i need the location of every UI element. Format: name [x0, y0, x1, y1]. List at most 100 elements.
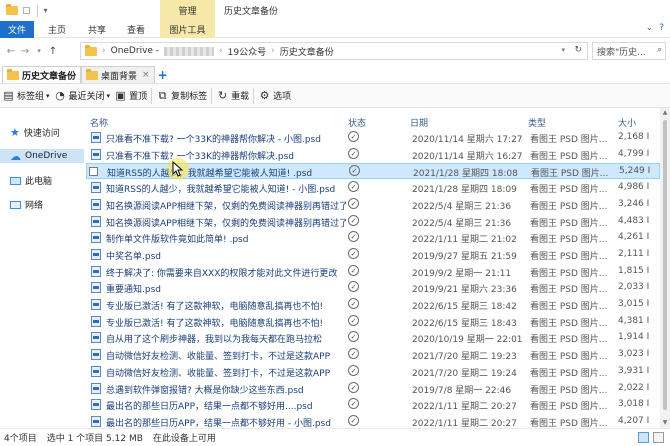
- table-row[interactable]: 知道RSS的人越少，我就越希望它能被人知道! - 小图.psd ✓ 2021/1/2…: [86, 180, 660, 196]
- scroll-up-icon[interactable]: ▲: [660, 108, 670, 118]
- tab-home[interactable]: 主页: [48, 21, 66, 38]
- nav-item-onedrive[interactable]: ☁ OneDrive: [0, 149, 84, 163]
- folder-tab-wallpaper[interactable]: 桌面背景 ×: [81, 66, 155, 83]
- refresh-icon[interactable]: ↻: [574, 45, 582, 55]
- chevron-down-icon[interactable]: ▾: [44, 6, 48, 15]
- breadcrumb-onedrive[interactable]: OneDrive -: [111, 46, 159, 56]
- file-date: 2019/9/21 星期六 23:36: [412, 285, 517, 296]
- copy-tab-button[interactable]: ⧉ 复制标签: [156, 89, 207, 102]
- close-icon[interactable]: ×: [142, 70, 150, 80]
- folder-icon: [7, 68, 19, 80]
- back-arrow-icon[interactable]: ←: [4, 46, 18, 57]
- file-date: 2022/5/4 星期三 21:36: [412, 201, 512, 212]
- nav-label: 此电脑: [25, 177, 53, 187]
- options-button[interactable]: ⚙ 选项: [258, 89, 291, 102]
- psd-file-icon: [91, 315, 101, 327]
- table-row[interactable]: 自动微信好友检测、收能量、签到打卡，不过是这款APP ✓ 2021/7/20 星期二…: [86, 364, 660, 380]
- table-row[interactable]: 重要通知.psd ✓ 2019/9/21 星期六 23:36 看图王 PSD 图片..…: [86, 280, 660, 296]
- recently-closed-button[interactable]: ◔ 最近关闭 ▾: [54, 89, 110, 102]
- psd-file-icon: [91, 248, 101, 260]
- details-view-button[interactable]: [638, 432, 649, 443]
- table-row[interactable]: 专业版已激活! 有了这款神软，电脑随意乱搞再也不怕! ✓ 2022/6/15 星期三…: [86, 314, 660, 330]
- nav-item-quick-access[interactable]: ★ 快速访问: [10, 126, 60, 139]
- file-type: 看图王 PSD 图片...: [530, 251, 608, 262]
- address-bar: ← → ▾ ↑ › OneDrive - › 19公众号 › 历史文章备份 ▾ …: [0, 38, 670, 64]
- search-icon[interactable]: ⌕: [657, 45, 662, 55]
- tab-file[interactable]: 文件: [0, 21, 34, 38]
- nav-item-this-pc[interactable]: 此电脑: [10, 174, 52, 187]
- row-checkbox[interactable]: [89, 167, 98, 177]
- sync-status-icon: ✓: [348, 181, 359, 193]
- tab-view[interactable]: 查看: [127, 21, 145, 38]
- breadcrumb-folder[interactable]: 19公众号: [228, 45, 266, 58]
- column-header-name[interactable]: 名称: [90, 116, 108, 129]
- folder-icon: [86, 68, 99, 80]
- folder-tab-strip: 历史文章备份 桌面背景 × +: [0, 64, 670, 83]
- file-date: 2022/1/11 星期二 21:02: [412, 235, 517, 246]
- chevron-down-icon[interactable]: ▾: [561, 46, 565, 54]
- file-date: 2022/1/11 星期二 20:27: [412, 418, 517, 428]
- help-icon[interactable]: ?: [659, 23, 664, 33]
- tab-share[interactable]: 共享: [88, 21, 106, 38]
- nav-item-network[interactable]: 网络: [10, 198, 43, 211]
- column-header-size[interactable]: 大小: [618, 116, 636, 129]
- table-row[interactable]: 最出名的那些日历APP，结果一点都不够好用....psd ✓ 2022/1/11 星…: [86, 397, 660, 413]
- table-row[interactable]: 知名换源阅读APP相继下架，仅剩的免费阅读神器别再错过了 ✓ 2022/5/4 星期…: [86, 197, 660, 213]
- sync-status-icon: ✓: [348, 364, 359, 376]
- scroll-down-icon[interactable]: ▼: [660, 418, 670, 428]
- table-row[interactable]: 终于解决了: 你需要来自XXX的权限才能对此文件进行更改 ✓ 2019/9/2 星期…: [86, 264, 660, 280]
- search-input[interactable]: 搜索"历史... ⌕: [592, 42, 666, 60]
- add-tab-icon[interactable]: +: [158, 68, 168, 82]
- file-type: 看图王 PSD 图片...: [530, 302, 608, 312]
- table-row[interactable]: 制作单文件版软件竟如此简单! .psd ✓ 2022/1/11 星期二 21:02 看…: [86, 230, 660, 246]
- sync-status-icon: ✓: [348, 131, 359, 142]
- tab-picture-tools[interactable]: 图片工具: [160, 21, 215, 38]
- manage-context-tab[interactable]: 管理: [160, 0, 215, 21]
- file-type: 看图王 PSD 图片...: [530, 201, 608, 212]
- sync-status-icon: ✓: [348, 247, 359, 259]
- vertical-scrollbar[interactable]: ▲ ▼: [660, 108, 670, 428]
- table-row[interactable]: 知名换源阅读APP相继下架，仅剩的免费阅读神器别再错过了 ✓ 2022/5/4 星期…: [86, 214, 660, 230]
- gear-icon: ⚙: [259, 89, 270, 102]
- table-row[interactable]: 自从用了这个刷步神器，我到以为我每天都在跑马拉松 ✓ 2020/10/19 星期一 …: [86, 330, 660, 346]
- sync-status-icon: ✓: [348, 281, 359, 293]
- pin-icon: ▣: [115, 89, 126, 102]
- file-date: 2020/11/14 星期六 16:27: [412, 151, 523, 162]
- column-header-date[interactable]: 日期: [410, 116, 428, 129]
- pin-button[interactable]: ▣ 置顶: [114, 89, 147, 102]
- recent-chevron-icon[interactable]: ▾: [32, 47, 46, 55]
- file-name: 自从用了这个刷步神器，我到以为我每天都在跑马拉松: [106, 335, 323, 346]
- large-icons-view-button[interactable]: [653, 432, 664, 443]
- psd-file-icon: [91, 148, 101, 160]
- file-date: 2020/11/14 星期六 17:27: [412, 135, 523, 145]
- table-row[interactable]: 总遇到软件弹窗报错? 大概是你缺少这些东西.psd ✓ 2019/7/8 星期一 2…: [86, 381, 660, 397]
- table-row[interactable]: 专业版已激活! 有了这款神软，电脑随意乱搞再也不怕! ✓ 2022/6/15 星期三…: [86, 297, 660, 313]
- sync-status-icon: ✓: [348, 381, 359, 393]
- nav-label: 网络: [25, 201, 44, 211]
- psd-file-icon: [91, 299, 101, 310]
- folder-tab-history[interactable]: 历史文章备份: [2, 66, 82, 83]
- forward-arrow-icon[interactable]: →: [18, 46, 32, 57]
- psd-file-icon: [91, 198, 101, 210]
- address-path[interactable]: › OneDrive - › 19公众号 › 历史文章备份 ▾ ↻: [80, 42, 588, 60]
- breadcrumb-current[interactable]: 历史文章备份: [280, 45, 334, 58]
- save-icon[interactable]: ▢: [22, 6, 31, 16]
- file-name: 总遇到软件弹窗报错? 大概是你缺少这些东西.psd: [106, 385, 304, 396]
- file-type: 看图王 PSD 图片...: [530, 235, 608, 246]
- file-date: 2021/7/20 星期二 19:23: [412, 352, 517, 363]
- chevron-down-icon[interactable]: ⌄: [646, 23, 654, 33]
- reload-button[interactable]: ↻ 重载: [216, 89, 249, 102]
- table-row[interactable]: 只准看不准下载? 一个33K的神器帮你解决 - 小图.psd ✓ 2020/11/1…: [86, 130, 660, 146]
- column-header-type[interactable]: 类型: [528, 116, 546, 129]
- file-size: 4,483 I: [618, 215, 650, 226]
- tab-groups-button[interactable]: ▤ 标签组 ▾: [2, 89, 49, 102]
- file-type: 看图王 PSD 图片...: [530, 318, 608, 329]
- file-date: 2021/1/28 星期四 18:09: [412, 185, 517, 196]
- table-row[interactable]: 中奖名单.psd ✓ 2019/9/27 星期五 21:59 看图王 PSD 图片..…: [86, 247, 660, 263]
- column-header-status[interactable]: 状态: [348, 116, 366, 129]
- scrollbar-thumb[interactable]: [663, 120, 667, 410]
- table-row[interactable]: 最出名的那些日历APP，结果一点都不够好用 - 小图.psd ✓ 2022/1/11…: [86, 414, 660, 428]
- table-row[interactable]: 自动微信好友检测、收能量、签到打卡，不过是这款APP ✓ 2021/7/20 星期二…: [86, 347, 660, 363]
- file-name: 终于解决了: 你需要来自XXX的权限才能对此文件进行更改: [106, 268, 338, 279]
- up-arrow-icon[interactable]: ↑: [46, 46, 60, 57]
